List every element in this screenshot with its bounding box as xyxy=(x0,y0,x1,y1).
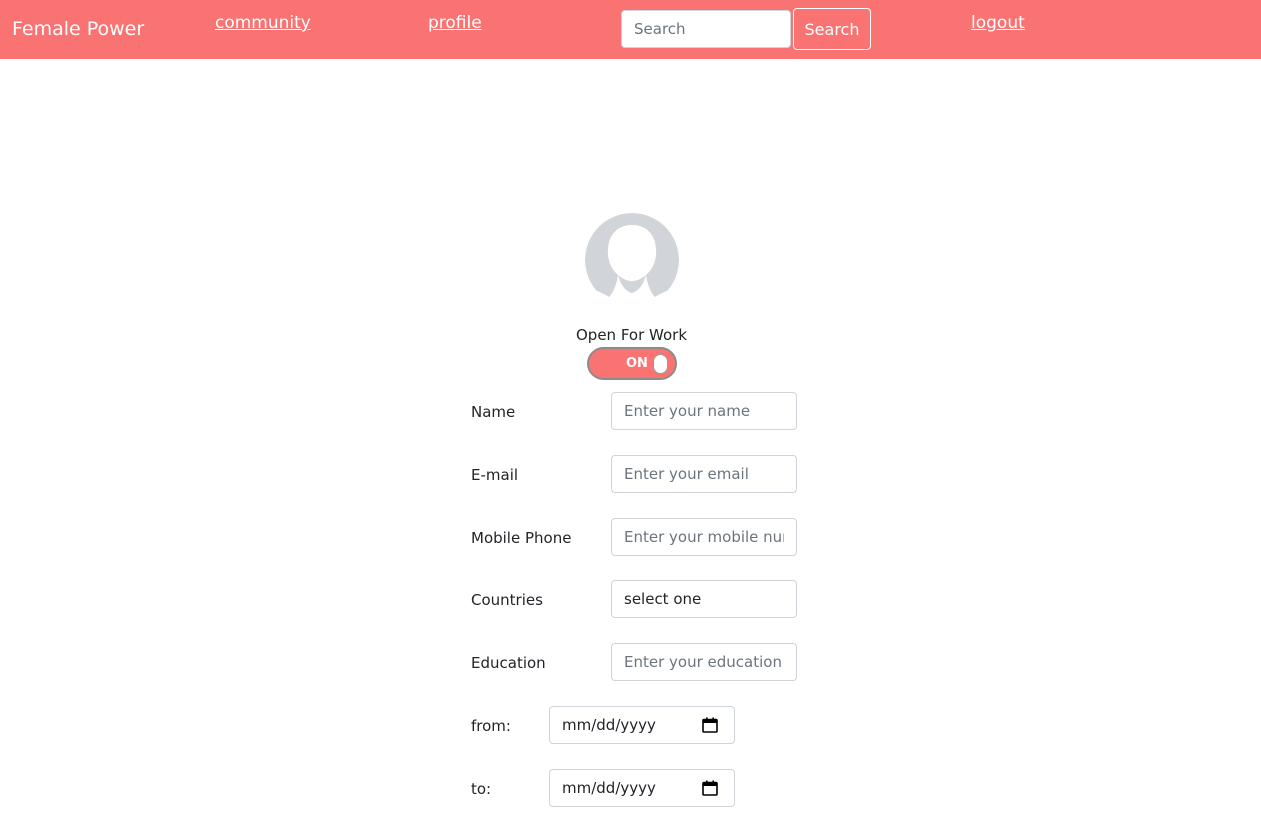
name-field[interactable] xyxy=(611,392,797,430)
search-button[interactable]: Search xyxy=(793,8,871,50)
countries-selected-value: select one xyxy=(624,590,702,608)
user-silhouette-icon xyxy=(585,213,679,307)
from-date-label: from: xyxy=(471,717,511,735)
from-date-input[interactable]: mm/dd/yyyy xyxy=(549,706,735,744)
toggle-knob xyxy=(653,354,668,374)
nav-link-logout[interactable]: logout xyxy=(971,11,1025,35)
calendar-icon[interactable] xyxy=(702,780,718,796)
to-date-value: mm/dd/yyyy xyxy=(562,779,656,797)
email-label: E-mail xyxy=(471,466,519,484)
education-field[interactable] xyxy=(611,643,797,681)
nav-link-profile[interactable]: profile xyxy=(428,11,482,35)
calendar-icon[interactable] xyxy=(702,717,718,733)
toggle-state-label: ON xyxy=(626,356,648,371)
brand-title[interactable]: Female Power xyxy=(12,17,144,41)
from-date-value: mm/dd/yyyy xyxy=(562,716,656,734)
nav-link-community[interactable]: community xyxy=(215,11,311,35)
email-field[interactable] xyxy=(611,455,797,493)
countries-select[interactable]: select one xyxy=(611,580,797,618)
avatar xyxy=(585,213,679,307)
education-label: Education xyxy=(471,654,546,672)
mobile-phone-field[interactable] xyxy=(611,518,797,556)
to-date-input[interactable]: mm/dd/yyyy xyxy=(549,769,735,807)
mobile-phone-label: Mobile Phone xyxy=(471,529,572,547)
open-for-work-toggle[interactable]: ON xyxy=(587,347,677,380)
navbar: Female Power community profile Search lo… xyxy=(0,0,1261,59)
open-for-work-label: Open For Work xyxy=(575,326,688,344)
search-input[interactable] xyxy=(621,10,791,48)
to-date-label: to: xyxy=(471,780,492,798)
countries-label: Countries xyxy=(471,591,543,609)
name-label: Name xyxy=(471,403,516,421)
